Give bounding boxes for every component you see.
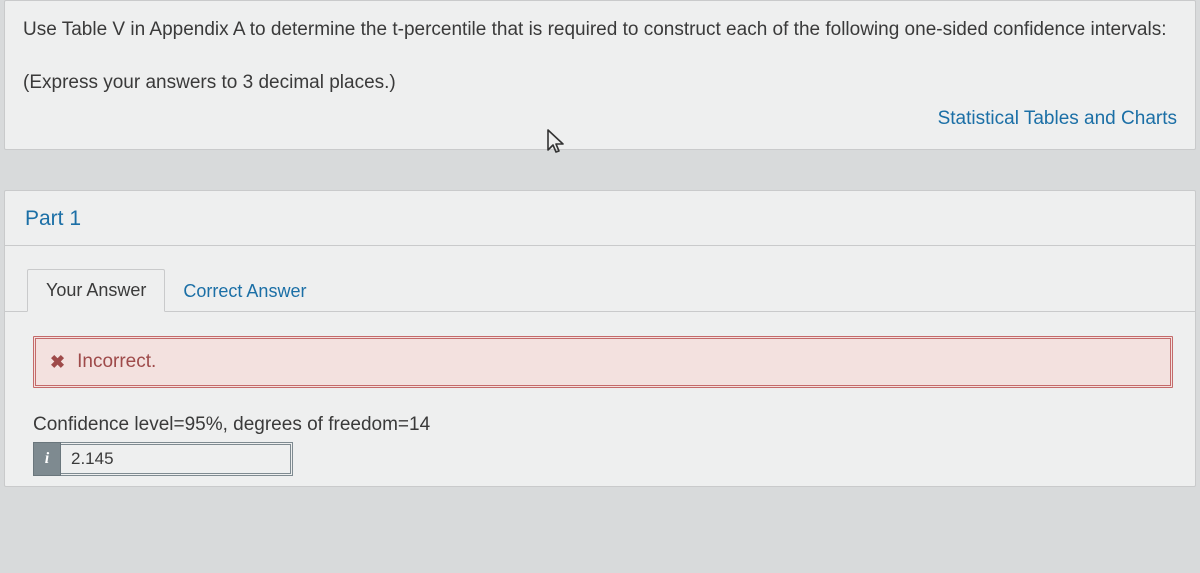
tabs-row: Your Answer Correct Answer: [5, 246, 1195, 312]
question-text: Use Table V in Appendix A to determine t…: [23, 15, 1177, 44]
statistical-tables-link[interactable]: Statistical Tables and Charts: [938, 104, 1177, 133]
part-panel: Part 1 Your Answer Correct Answer ✖ Inco…: [4, 190, 1196, 487]
incorrect-banner: ✖ Incorrect.: [33, 336, 1173, 388]
x-icon: ✖: [50, 352, 65, 373]
part-title: Part 1: [5, 191, 1195, 246]
answer-input-row: i 2.145: [33, 442, 293, 476]
question-subnote: (Express your answers to 3 decimal place…: [23, 68, 1177, 97]
incorrect-label: Incorrect.: [77, 351, 156, 373]
info-icon[interactable]: i: [33, 442, 61, 476]
tab-correct-answer[interactable]: Correct Answer: [165, 271, 324, 312]
question-prompt: Confidence level=95%, degrees of freedom…: [33, 414, 1173, 436]
tab-your-answer[interactable]: Your Answer: [27, 269, 165, 312]
answer-input[interactable]: 2.145: [61, 442, 293, 476]
answer-content: ✖ Incorrect. Confidence level=95%, degre…: [5, 312, 1195, 486]
question-panel: Use Table V in Appendix A to determine t…: [4, 0, 1196, 150]
